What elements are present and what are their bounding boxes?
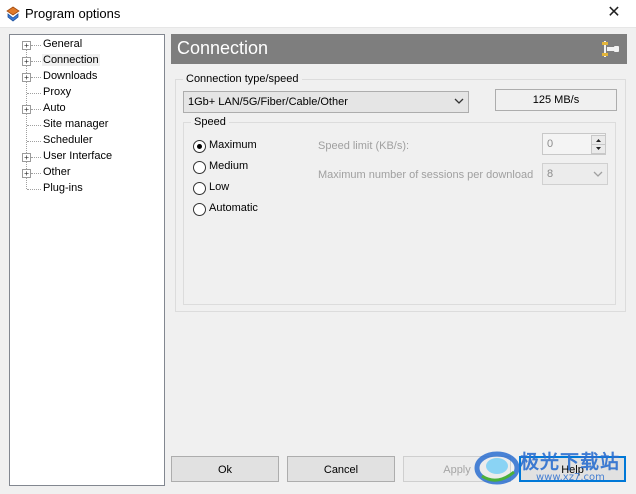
ok-button[interactable]: Ok [171,456,279,482]
expand-icon[interactable]: + [22,105,31,114]
sessions-value: 8 [547,168,554,180]
watermark-url: www.xz7.com [536,472,605,483]
radio-label: Medium [209,160,249,172]
chevron-down-icon[interactable] [452,94,466,108]
expand-icon[interactable]: + [22,169,31,178]
tree-item-site-manager[interactable]: Site manager [10,117,160,133]
stepper-down-icon[interactable] [591,144,606,154]
sessions-label: Maximum number of sessions per download [318,169,534,181]
tree-connector [27,125,41,126]
tree-item-label: Auto [43,102,66,114]
tree-connector [31,109,41,110]
tree-item-label: User Interface [43,150,113,162]
radio-maximum[interactable]: Maximum [193,139,303,155]
tree-item-label: Connection [42,54,100,66]
tree-item-plug-ins[interactable]: Plug-ins [10,181,160,197]
speed-readout: 125 MB/s [495,89,617,111]
page-title: Connection [177,38,269,58]
radio-circle[interactable] [193,182,206,195]
tree-connector [31,45,41,46]
tree-item-scheduler[interactable]: Scheduler [10,133,160,149]
tree-connector [27,93,41,94]
radio-circle[interactable] [193,140,206,153]
tree-item-downloads[interactable]: + Downloads [10,69,160,85]
speed-limit-stepper[interactable]: 0 [542,133,606,155]
tree-item-label: Other [43,166,71,178]
expand-icon[interactable]: + [22,41,31,50]
tree-item-label: Proxy [43,86,72,98]
window-title: Program options [25,6,121,21]
watermark-text: 极光下载站 [520,451,621,473]
options-tree[interactable]: + General + Connection + Downloads Proxy… [9,34,165,486]
tree-connector [31,157,41,158]
radio-circle[interactable] [193,161,206,174]
cancel-button[interactable]: Cancel [287,456,395,482]
tree-item-other[interactable]: + Other [10,165,160,181]
page-header: Connection [171,34,627,64]
sessions-select[interactable]: 8 [542,163,608,185]
tree-item-label: General [43,38,83,50]
speed-limit-label: Speed limit (KB/s): [318,140,410,152]
radio-automatic[interactable]: Automatic [193,202,303,218]
tree-item-connection[interactable]: + Connection [10,53,160,69]
app-icon [5,6,21,22]
tree-item-auto[interactable]: + Auto [10,101,160,117]
tree-item-general[interactable]: + General [10,37,160,53]
radio-circle[interactable] [193,203,206,216]
tree-item-proxy[interactable]: Proxy [10,85,160,101]
tree-connector [31,77,41,78]
radio-label: Automatic [209,202,258,214]
radio-label: Maximum [209,139,257,151]
tree-item-label: Plug-ins [43,182,83,194]
radio-dot [197,144,202,149]
chevron-down-icon[interactable] [591,167,605,181]
connection-type-select[interactable]: 1Gb+ LAN/5G/Fiber/Cable/Other [183,91,469,113]
expand-icon[interactable]: + [22,153,31,162]
tree-item-label: Downloads [43,70,98,82]
tree-connector [31,61,41,62]
radio-label: Low [209,181,230,193]
plug-icon [601,40,621,58]
speed-group-label: Speed [191,116,229,128]
tree-item-label: Scheduler [43,134,93,146]
tree-connector [27,141,41,142]
speed-limit-value: 0 [547,138,554,150]
tree-connector [27,189,41,190]
tree-item-user-interface[interactable]: + User Interface [10,149,160,165]
expand-icon[interactable]: + [22,57,31,66]
title-bar[interactable]: Program options ✕ [0,0,636,28]
connection-type-label: Connection type/speed [183,73,302,85]
expand-icon[interactable]: + [22,73,31,82]
tree-connector [31,173,41,174]
program-options-window: Program options ✕ + General + Connection… [0,0,636,494]
stepper-buttons [591,135,606,154]
close-icon[interactable]: ✕ [592,0,636,27]
radio-low[interactable]: Low [193,181,303,197]
watermark-logo-icon [474,446,520,486]
tree-item-label: Site manager [43,118,109,130]
radio-medium[interactable]: Medium [193,160,303,176]
connection-type-value: 1Gb+ LAN/5G/Fiber/Cable/Other [188,96,348,108]
